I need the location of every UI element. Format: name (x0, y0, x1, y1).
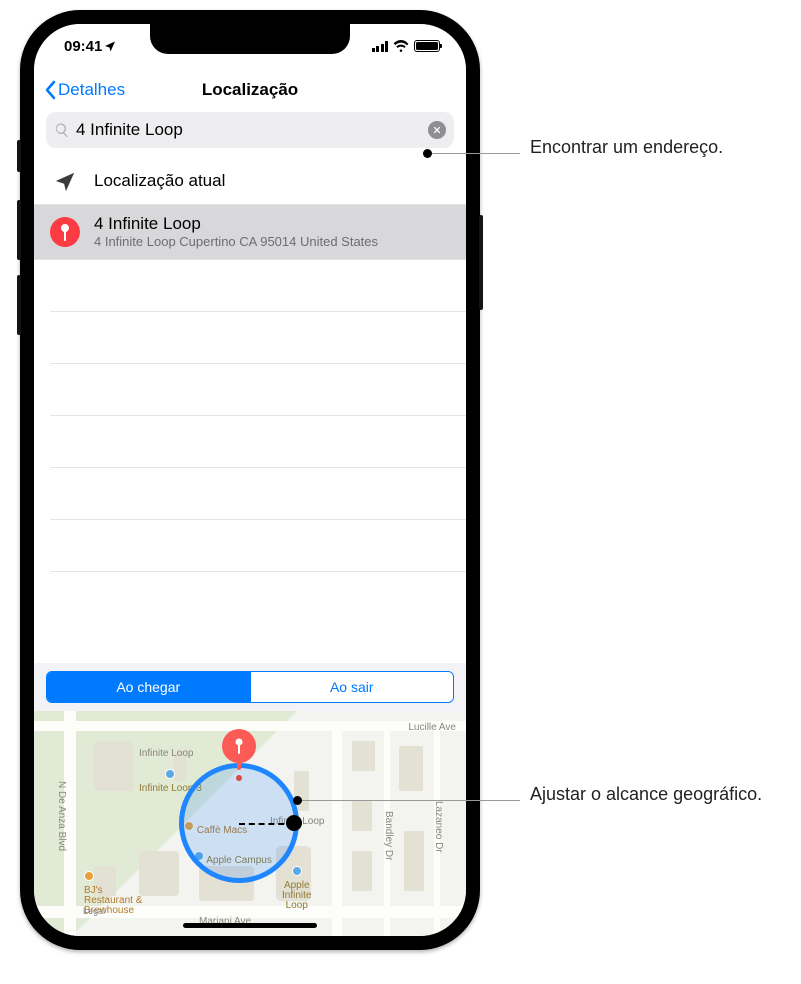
mute-switch (17, 140, 21, 172)
geofence-drag-handle[interactable] (286, 815, 302, 831)
location-arrow-icon (50, 166, 80, 196)
search-icon (54, 122, 70, 138)
results-list: Localização atual 4 Infinite Loop 4 Infi… (34, 158, 466, 260)
callout-geofence: Ajustar o alcance geográfico. (530, 782, 770, 806)
map-street-label: N De Anza Blvd (56, 781, 67, 851)
volume-up-button (17, 200, 21, 260)
map-poi: Apple Infinite Loop (282, 866, 311, 911)
geofence-radius-circle[interactable] (179, 763, 299, 883)
segment-arrive[interactable]: Ao chegar (47, 672, 250, 702)
navigation-bar: Detalhes Localização (34, 68, 466, 112)
current-location-label: Localização atual (94, 170, 450, 191)
phone-frame: 09:41 Detalhes Localização 4 Infinite Lo… (20, 10, 480, 950)
search-value: 4 Infinite Loop (76, 120, 422, 140)
home-indicator[interactable] (183, 923, 317, 928)
map-street-label: Lazaneo Dr (433, 801, 444, 853)
volume-down-button (17, 275, 21, 335)
chevron-left-icon (44, 80, 56, 100)
wifi-icon (393, 40, 409, 52)
map-legal-label: Legal (83, 906, 105, 916)
result-title: 4 Infinite Loop (94, 213, 450, 234)
pin-icon (50, 217, 80, 247)
battery-icon (414, 40, 440, 52)
page-title: Localização (202, 80, 298, 100)
close-icon (433, 126, 441, 134)
map-street-label: Lucille Ave (408, 722, 456, 733)
current-location-row[interactable]: Localização atual (34, 158, 466, 205)
segment-leave[interactable]: Ao sair (250, 672, 454, 702)
map-view[interactable]: N De Anza Blvd Infinite Loop Infinite Lo… (34, 711, 466, 936)
map-pin-icon (222, 729, 256, 771)
back-button[interactable]: Detalhes (44, 80, 125, 100)
search-input[interactable]: 4 Infinite Loop (46, 112, 454, 148)
status-time: 09:41 (64, 38, 102, 55)
empty-list-area (34, 260, 466, 663)
cellular-signal-icon (372, 41, 389, 52)
search-result-row[interactable]: 4 Infinite Loop 4 Infinite Loop Cupertin… (34, 205, 466, 260)
geofence-segmented-control[interactable]: Ao chegar Ao sair (46, 671, 454, 703)
map-street-label: Bandley Dr (383, 811, 394, 860)
search-container: 4 Infinite Loop (34, 112, 466, 158)
side-power-button (479, 215, 483, 310)
result-subtitle: 4 Infinite Loop Cupertino CA 95014 Unite… (94, 234, 450, 251)
callout-leader-line (298, 800, 520, 801)
notch (150, 24, 350, 54)
callout-search: Encontrar um endereço. (530, 135, 770, 159)
map-street-label: Infinite Loop (139, 748, 194, 759)
clear-search-button[interactable] (428, 121, 446, 139)
location-arrow-icon (104, 40, 116, 52)
callout-leader-line (428, 153, 520, 154)
back-button-label: Detalhes (58, 80, 125, 100)
